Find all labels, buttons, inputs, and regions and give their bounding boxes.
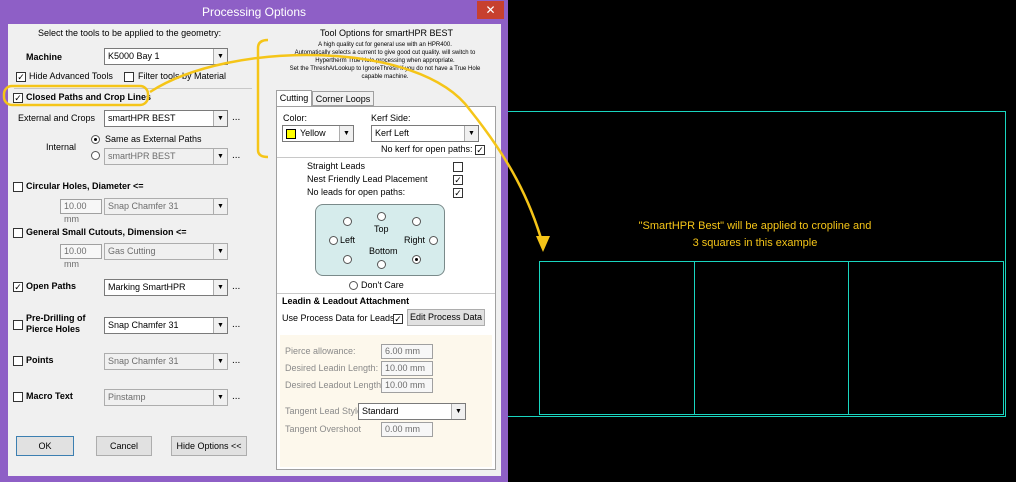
arrow-head-icon <box>536 236 550 252</box>
highlight-oval <box>2 84 150 107</box>
annotation-arrow <box>149 53 545 246</box>
annotation-overlay <box>2 38 550 252</box>
